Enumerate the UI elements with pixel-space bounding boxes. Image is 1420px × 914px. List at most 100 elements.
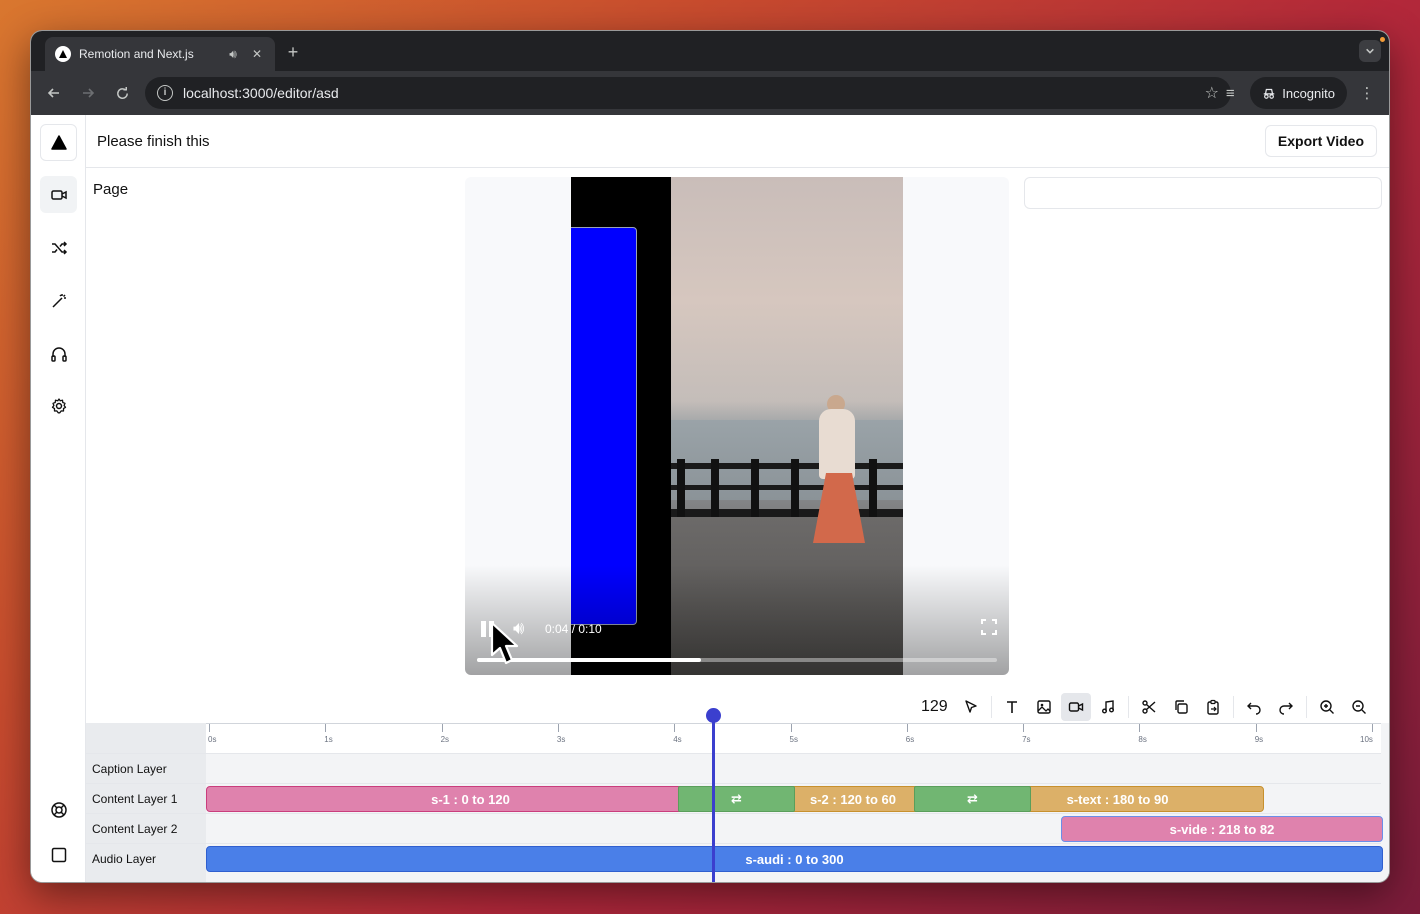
incognito-icon — [1263, 88, 1275, 99]
rail-transitions-button[interactable] — [40, 229, 77, 266]
rail-settings-button[interactable] — [40, 387, 77, 424]
new-tab-button[interactable]: + — [281, 41, 305, 65]
rail-panel-toggle-button[interactable] — [40, 836, 77, 873]
url-text[interactable]: localhost:3000/editor/asd — [183, 85, 1195, 101]
video-person-body — [819, 409, 855, 479]
music-note-icon — [1101, 700, 1114, 714]
track-label: Content Layer 1 — [92, 792, 178, 806]
copy-icon — [1175, 700, 1188, 714]
ruler-tick-label: 2s — [440, 735, 450, 744]
playhead-handle[interactable] — [706, 708, 721, 723]
rail-effects-button[interactable] — [40, 282, 77, 319]
seek-bar[interactable] — [477, 658, 997, 662]
site-info-icon[interactable]: i — [157, 85, 173, 101]
zoom-out-button[interactable] — [1344, 693, 1374, 721]
add-image-button[interactable] — [1029, 693, 1059, 721]
ruler-tick — [674, 724, 676, 732]
track-content-layer-1[interactable]: Content Layer 1 s-1 : 0 to 120 s-2 : 120… — [86, 783, 1381, 813]
scissors-icon — [1142, 700, 1156, 714]
video-player[interactable]: 🔊︎ 0:04 / 0:10 — [465, 177, 1009, 675]
ruler-tick-label: 9s — [1254, 735, 1264, 744]
browser-toolbar: i localhost:3000/editor/asd ☆ ≡ Incognit… — [31, 71, 1389, 115]
transition-clip[interactable]: ⇄ — [678, 786, 795, 812]
rail-video-button[interactable] — [40, 176, 77, 213]
add-video-button[interactable] — [1060, 693, 1091, 721]
ruler-tick-label: 6s — [905, 735, 915, 744]
text-icon — [1006, 701, 1017, 713]
tab-search-button[interactable] — [1359, 40, 1381, 62]
timeline-clip[interactable]: s-audi : 0 to 300 — [206, 846, 1383, 872]
clipboard-icon — [1207, 699, 1219, 715]
fullscreen-icon[interactable] — [981, 619, 997, 635]
video-camera-icon — [50, 189, 67, 200]
timeline-toolbar: 129 — [921, 691, 1374, 723]
transition-clip[interactable]: ⇄ — [914, 786, 1031, 812]
remotion-logo-icon — [50, 134, 67, 150]
undo-button[interactable] — [1239, 693, 1269, 721]
select-tool-button[interactable] — [956, 693, 986, 721]
back-button[interactable] — [37, 76, 71, 110]
track-caption-layer[interactable]: Caption Layer — [86, 753, 1381, 783]
ruler-tick — [209, 724, 210, 732]
track-audio-layer[interactable]: Audio Layer s-audi : 0 to 300 — [86, 843, 1383, 873]
incognito-badge[interactable]: Incognito — [1250, 77, 1347, 109]
editor-app: Please finish this Export Video Page 🔊︎ … — [31, 115, 1389, 882]
address-bar[interactable]: i localhost:3000/editor/asd ☆ — [145, 77, 1231, 109]
tab-title: Remotion and Next.js — [79, 47, 194, 61]
square-icon — [51, 847, 66, 862]
gear-icon — [51, 397, 66, 413]
forward-button[interactable] — [71, 76, 105, 110]
video-railing — [671, 459, 903, 517]
timeline-clip[interactable]: s-1 : 0 to 120 — [206, 786, 735, 812]
ruler-tick-label: 10s — [1360, 735, 1373, 744]
time-ruler[interactable]: 0s 1s 2s 3s 4s 5s 6s 7s 8s 9s 10s — [206, 723, 1381, 753]
zoom-out-icon — [1352, 700, 1366, 714]
redo-button[interactable] — [1271, 693, 1301, 721]
rail-help-button[interactable] — [40, 791, 77, 828]
arrow-left-icon — [47, 88, 59, 98]
section-title: Page — [93, 181, 129, 198]
rail-audio-button[interactable] — [40, 335, 77, 372]
tab-close-icon[interactable]: ✕ — [249, 47, 265, 61]
add-text-button[interactable] — [997, 693, 1027, 721]
ruler-tick-label: 7s — [1022, 735, 1031, 744]
add-audio-button[interactable] — [1093, 693, 1123, 721]
ruler-tick — [1139, 724, 1141, 732]
timeline: 0s 1s 2s 3s 4s 5s 6s 7s 8s 9s 10s Caption Layer Co… — [86, 723, 1389, 882]
export-video-button[interactable]: Export Video — [1264, 125, 1377, 157]
incognito-label: Incognito — [1282, 85, 1335, 101]
paste-button[interactable] — [1198, 693, 1228, 721]
ruler-tick-label: 0s — [208, 735, 217, 744]
lifebuoy-icon — [50, 801, 67, 818]
split-button[interactable] — [1134, 693, 1164, 721]
timeline-clip[interactable]: s-vide : 218 to 82 — [1061, 816, 1383, 842]
more-menu-icon[interactable]: ⋮ — [1353, 84, 1381, 102]
remotion-favicon-icon — [55, 46, 71, 62]
track-label: Audio Layer — [92, 852, 157, 866]
track-label: Content Layer 2 — [92, 822, 178, 836]
app-logo[interactable] — [40, 124, 77, 161]
notification-dot — [1380, 37, 1385, 42]
editor-header: Please finish this Export Video — [86, 115, 1389, 168]
ruler-tick-label: 3s — [556, 735, 566, 744]
browser-tab[interactable]: Remotion and Next.js 🔊︎ ✕ — [45, 37, 275, 71]
duplicate-button[interactable] — [1166, 693, 1196, 721]
ruler-tick-label: 1s — [324, 735, 333, 744]
zoom-in-button[interactable] — [1312, 693, 1342, 721]
playhead-line[interactable] — [712, 716, 715, 882]
headphones-icon — [50, 346, 67, 362]
reload-button[interactable] — [105, 76, 139, 110]
properties-panel[interactable] — [1024, 177, 1382, 209]
ruler-tick-label: 8s — [1138, 735, 1147, 744]
browser-window: Remotion and Next.js 🔊︎ ✕ + i localhost:… — [30, 30, 1390, 883]
ruler-tick — [1255, 724, 1257, 732]
image-icon — [1037, 700, 1051, 714]
playback-time: 0:04 / 0:10 — [545, 622, 602, 636]
ruler-tick — [441, 724, 443, 732]
zoom-in-icon — [1320, 700, 1334, 714]
ruler-tick — [790, 724, 792, 732]
tab-audio-icon[interactable]: 🔊︎ — [225, 47, 241, 62]
media-control-icon[interactable]: ≡ — [1216, 85, 1244, 102]
ruler-tick — [557, 724, 559, 732]
track-content-layer-2[interactable]: Content Layer 2 s-vide : 218 to 82 — [86, 813, 1383, 843]
